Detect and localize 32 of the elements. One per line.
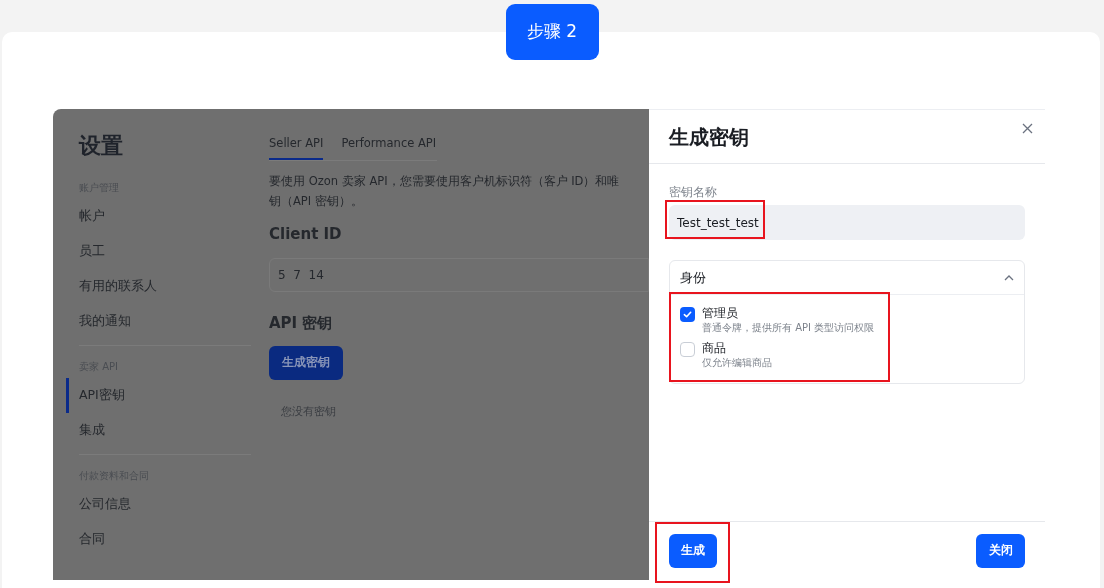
sidebar-item[interactable]: 帐户 bbox=[79, 199, 251, 234]
close-icon[interactable] bbox=[1022, 123, 1033, 134]
sidebar-item[interactable]: 公司信息 bbox=[79, 487, 251, 522]
key-name-field[interactable]: Test_test_test bbox=[669, 205, 1025, 241]
sidebar-item[interactable]: API密钥 bbox=[66, 378, 251, 413]
close-button[interactable]: 关闭 bbox=[976, 534, 1025, 568]
page-title: 设置 bbox=[79, 132, 124, 160]
api-keys-heading: API 密钥 bbox=[269, 312, 334, 334]
role-label: 管理员 bbox=[702, 305, 739, 322]
sidebar-item[interactable]: 有用的联系人 bbox=[79, 269, 251, 304]
client-id-field[interactable]: 5 7 14 bbox=[269, 257, 649, 292]
description-text: 要使用 Ozon 卖家 API，您需要使用客户机标识符（客户 ID）和唯 钥（API 密钥）。 bbox=[269, 173, 621, 210]
check-icon bbox=[683, 310, 692, 320]
generate-button[interactable]: 生成 bbox=[669, 534, 717, 568]
checkbox[interactable] bbox=[680, 342, 695, 358]
tab[interactable]: Seller API bbox=[269, 135, 324, 160]
step-badge: 步骤 2 bbox=[505, 4, 599, 60]
sidebar-item[interactable]: 合同 bbox=[79, 522, 251, 557]
sidebar-item[interactable]: 集成 bbox=[79, 413, 251, 448]
roles-heading[interactable]: 身份 bbox=[680, 268, 706, 288]
role-hint: 普通令牌，提供所有 API 类型访问权限 bbox=[702, 321, 875, 335]
sidebar-item[interactable]: 员工 bbox=[79, 234, 251, 269]
generate-key-button[interactable]: 生成密钥 bbox=[269, 346, 343, 380]
sidebar-item[interactable]: 我的通知 bbox=[79, 304, 251, 339]
role-hint: 仅允许编辑商品 bbox=[702, 356, 772, 370]
client-id-heading: Client ID bbox=[269, 224, 343, 245]
chevron-up-icon[interactable] bbox=[1004, 274, 1014, 281]
role-label: 商品 bbox=[702, 340, 727, 357]
tab[interactable]: Performance API bbox=[341, 135, 437, 160]
checkbox[interactable] bbox=[680, 307, 695, 323]
drawer-title: 生成密钥 bbox=[669, 123, 749, 151]
field-label: 密钥名称 bbox=[669, 184, 718, 201]
